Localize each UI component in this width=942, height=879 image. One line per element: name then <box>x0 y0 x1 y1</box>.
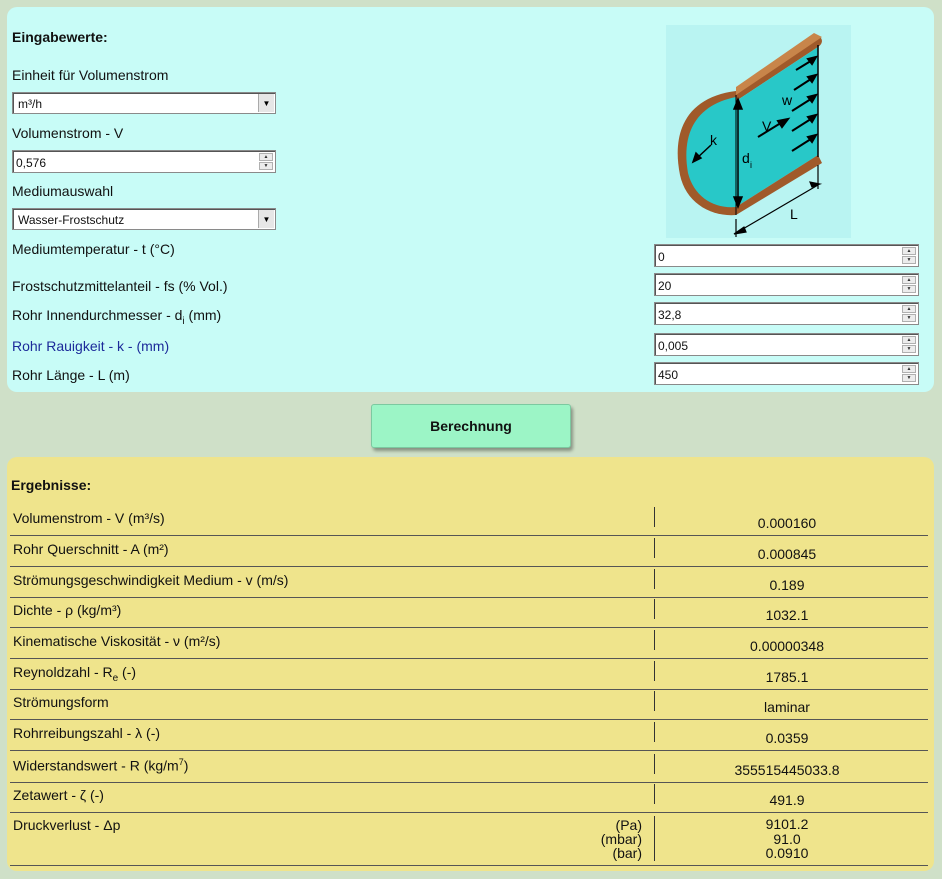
column-divider <box>654 816 655 861</box>
result-value: 1032.1 <box>765 607 809 623</box>
spinner-arrows-icon[interactable]: ▲ ▼ <box>259 153 273 170</box>
diagram-label-d-sub: i <box>750 160 752 170</box>
column-divider <box>654 599 655 619</box>
row-divider <box>10 597 928 598</box>
row-divider <box>10 689 928 690</box>
flow-label: Volumenstrom - V <box>12 125 124 141</box>
antifreeze-input-value: 20 <box>658 279 672 293</box>
pressure-value-mbar: 91.0 <box>773 830 801 847</box>
column-divider <box>654 507 655 527</box>
row-divider <box>10 719 928 720</box>
result-label: Rohrreibungszahl - λ (-) <box>13 725 161 741</box>
row-divider <box>10 750 928 751</box>
column-divider <box>654 722 655 742</box>
result-value: 355515445033.8 <box>734 762 840 778</box>
diagram-label-d: d <box>742 150 750 166</box>
antifreeze-label: Frostschutzmittelanteil - fs (% Vol.) <box>12 278 228 294</box>
flow-input[interactable]: 0,576 ▲ ▼ <box>12 150 276 173</box>
result-label: Reynoldzahl - Re (-) <box>13 664 137 684</box>
medium-select-value: Wasser-Frostschutz <box>18 213 125 227</box>
result-value: 0.000160 <box>757 515 817 531</box>
input-title: Eingabewerte: <box>12 29 108 45</box>
chevron-down-icon[interactable]: ▼ <box>258 210 274 228</box>
medium-label: Mediumauswahl <box>12 183 114 199</box>
unit-select-value: m³/h <box>18 97 42 111</box>
length-input[interactable]: 450 ▲ ▼ <box>654 362 919 385</box>
spinner-arrows-icon[interactable]: ▲ ▼ <box>902 365 916 382</box>
diagram-label-w: w <box>781 92 793 108</box>
row-divider <box>10 865 928 866</box>
diagram-label-l: L <box>790 206 798 222</box>
pressure-loss-label: Druckverlust - Δp <box>13 817 121 833</box>
row-divider <box>10 535 928 536</box>
pipe-diagram: w V k d i L <box>666 25 851 238</box>
calculate-button[interactable]: Berechnung <box>371 404 571 448</box>
result-value: 0.189 <box>769 577 805 593</box>
medium-select[interactable]: Wasser-Frostschutz ▼ <box>12 208 276 230</box>
row-divider <box>10 627 928 628</box>
diameter-input[interactable]: 32,8 ▲ ▼ <box>654 302 919 325</box>
antifreeze-input[interactable]: 20 ▲ ▼ <box>654 273 919 296</box>
row-divider <box>10 566 928 567</box>
diagram-label-v: V <box>762 118 772 134</box>
pressure-unit-mbar: (mbar) <box>600 831 642 847</box>
unit-label: Einheit für Volumenstrom <box>12 67 169 83</box>
spinner-arrows-icon[interactable]: ▲ ▼ <box>902 305 916 322</box>
pressure-value-bar: 0.0910 <box>765 845 809 861</box>
result-value: laminar <box>764 699 810 715</box>
roughness-label: Rohr Rauigkeit - k - (mm) <box>12 338 170 354</box>
column-divider <box>654 661 655 681</box>
column-divider <box>654 569 655 589</box>
result-label: Strömungsform <box>13 694 109 710</box>
row-divider <box>10 812 928 813</box>
result-value: 0.0359 <box>765 730 809 746</box>
column-divider <box>654 630 655 650</box>
result-label: Strömungsgeschwindigkeit Medium - v (m/s… <box>13 572 289 588</box>
pressure-values: 9101.2 91.0 0.0910 <box>656 817 918 861</box>
column-divider <box>654 538 655 558</box>
diameter-input-value: 32,8 <box>658 308 682 322</box>
temp-input-value: 0 <box>658 250 665 264</box>
flow-input-value: 0,576 <box>16 156 47 170</box>
pressure-value-pa: 9101.2 <box>765 816 809 832</box>
diameter-label: Rohr Innendurchmesser - di (mm) <box>12 307 222 327</box>
result-value: 0.00000348 <box>750 638 824 654</box>
result-label: Dichte - ρ (kg/m³) <box>13 602 122 618</box>
roughness-input[interactable]: 0,005 ▲ ▼ <box>654 333 919 356</box>
pressure-unit-pa: (Pa) <box>615 817 642 833</box>
result-value: 0.000845 <box>757 546 817 562</box>
roughness-input-value: 0,005 <box>658 339 689 353</box>
column-divider <box>654 784 655 804</box>
spinner-arrows-icon[interactable]: ▲ ▼ <box>902 336 916 353</box>
length-input-value: 450 <box>658 368 679 382</box>
unit-select[interactable]: m³/h ▼ <box>12 92 276 114</box>
column-divider <box>654 754 655 774</box>
result-label: Zetawert - ζ (-) <box>13 787 104 803</box>
diagram-label-k: k <box>710 132 718 148</box>
result-label: Rohr Querschnitt - A (m²) <box>13 541 169 557</box>
chevron-down-icon[interactable]: ▼ <box>258 94 274 112</box>
result-label: Kinematische Viskosität - ν (m²/s) <box>13 633 221 649</box>
result-label: Volumenstrom - V (m³/s) <box>13 510 165 526</box>
pressure-units: (Pa) (mbar) (bar) <box>601 818 642 860</box>
result-value: 491.9 <box>769 792 805 808</box>
spinner-arrows-icon[interactable]: ▲ ▼ <box>902 276 916 293</box>
column-divider <box>654 691 655 711</box>
row-divider <box>10 782 928 783</box>
row-divider <box>10 658 928 659</box>
result-value: 1785.1 <box>765 669 809 685</box>
temp-label: Mediumtemperatur - t (°C) <box>12 241 175 257</box>
length-label: Rohr Länge - L (m) <box>12 367 130 383</box>
results-title: Ergebnisse: <box>11 477 92 493</box>
pressure-unit-bar: (bar) <box>612 845 642 861</box>
temp-input[interactable]: 0 ▲ ▼ <box>654 244 919 267</box>
result-label: Widerstandswert - R (kg/m7) <box>13 757 189 774</box>
spinner-arrows-icon[interactable]: ▲ ▼ <box>902 247 916 264</box>
